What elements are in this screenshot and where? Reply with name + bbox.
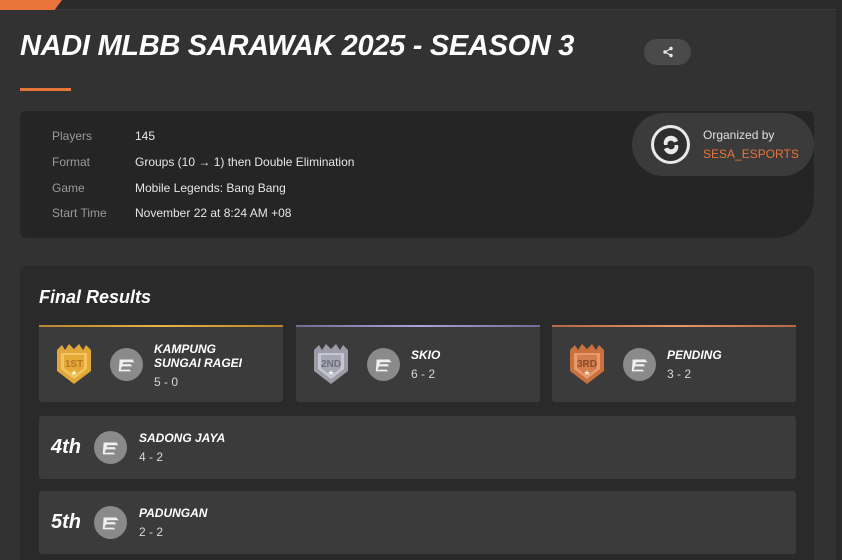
- gold-medal-icon: 1ST: [57, 344, 91, 384]
- medal-badge-text: 1ST: [65, 359, 83, 370]
- page-title: NADI MLBB SARAWAK 2025 - SEASON 3: [20, 30, 575, 62]
- organizer-link[interactable]: SESA_ESPORTS: [703, 147, 799, 161]
- organizer-card[interactable]: Organized by SESA_ESPORTS: [632, 113, 814, 176]
- team-score: 5 - 0: [154, 375, 179, 389]
- team-name-line: SKIO: [411, 348, 441, 362]
- info-label: Players: [52, 129, 93, 143]
- team-score: 4 - 2: [139, 450, 164, 464]
- team-name-line: KAMPUNG: [154, 342, 216, 356]
- top-bar-accent: [0, 0, 62, 10]
- team-logo: [623, 348, 656, 381]
- info-value: November 22 at 8:24 AM +08: [135, 206, 292, 220]
- organizer-logo: [651, 125, 690, 164]
- podium-card-second[interactable]: 2ND SKIO 6 - 2: [296, 325, 540, 402]
- silver-medal-icon: 2ND: [314, 344, 348, 384]
- sesa-esports-logo-icon: [663, 135, 678, 154]
- team-logo-icon: [102, 517, 118, 529]
- team-score: 6 - 2: [411, 367, 436, 381]
- title-underline: [20, 88, 71, 91]
- medal-badge-text: 3RD: [577, 359, 597, 370]
- team-name[interactable]: PADUNGAN: [139, 506, 207, 520]
- rank-number: 4th: [51, 436, 81, 458]
- result-row-4th[interactable]: 4th SADONG JAYA 4 - 2: [39, 416, 796, 479]
- final-results-heading: Final Results: [39, 287, 152, 307]
- team-logo-icon: [631, 359, 647, 371]
- team-score: 3 - 2: [667, 367, 692, 381]
- medal-badge-text: 2ND: [321, 359, 341, 370]
- team-name-line: SUNGAI RAGEI: [154, 356, 243, 370]
- podium-card-third[interactable]: 3RD PENDING 3 - 2: [552, 325, 796, 402]
- info-value: Mobile Legends: Bang Bang: [135, 181, 286, 195]
- info-label: Game: [52, 181, 85, 195]
- team-logo: [367, 348, 400, 381]
- team-name-line: PENDING: [667, 348, 722, 362]
- team-logo-icon: [375, 359, 391, 371]
- result-row-5th[interactable]: 5th PADUNGAN 2 - 2: [39, 491, 796, 554]
- rank-number: 5th: [51, 511, 81, 533]
- info-label: Start Time: [52, 206, 107, 220]
- scrollbar-track[interactable]: [836, 0, 842, 560]
- team-logo: [94, 431, 127, 464]
- share-button[interactable]: [644, 39, 691, 65]
- team-logo: [94, 506, 127, 539]
- info-value: 145: [135, 129, 156, 143]
- team-logo-icon: [102, 442, 118, 454]
- podium-accent-line: [552, 325, 796, 327]
- share-icon: [662, 46, 673, 58]
- podium-accent-line: [39, 325, 283, 327]
- podium-accent-line: [296, 325, 540, 327]
- team-name[interactable]: PENDING: [667, 348, 722, 362]
- podium-card-first[interactable]: 1ST KAMPUNG SUNGAI RAGEI 5 - 0: [39, 325, 283, 402]
- team-name[interactable]: KAMPUNG SUNGAI RAGEI: [154, 342, 242, 370]
- top-bar: [0, 0, 842, 10]
- team-name[interactable]: SADONG JAYA: [139, 431, 225, 445]
- info-label: Format: [52, 155, 91, 169]
- team-logo: [110, 348, 143, 381]
- team-name[interactable]: SKIO: [411, 348, 440, 362]
- team-score: 2 - 2: [139, 525, 164, 539]
- info-value: Groups (10 → 1) then Double Elimination: [135, 155, 355, 169]
- team-logo-icon: [118, 359, 134, 371]
- bronze-medal-icon: 3RD: [570, 344, 604, 384]
- organizer-label: Organized by: [703, 128, 775, 142]
